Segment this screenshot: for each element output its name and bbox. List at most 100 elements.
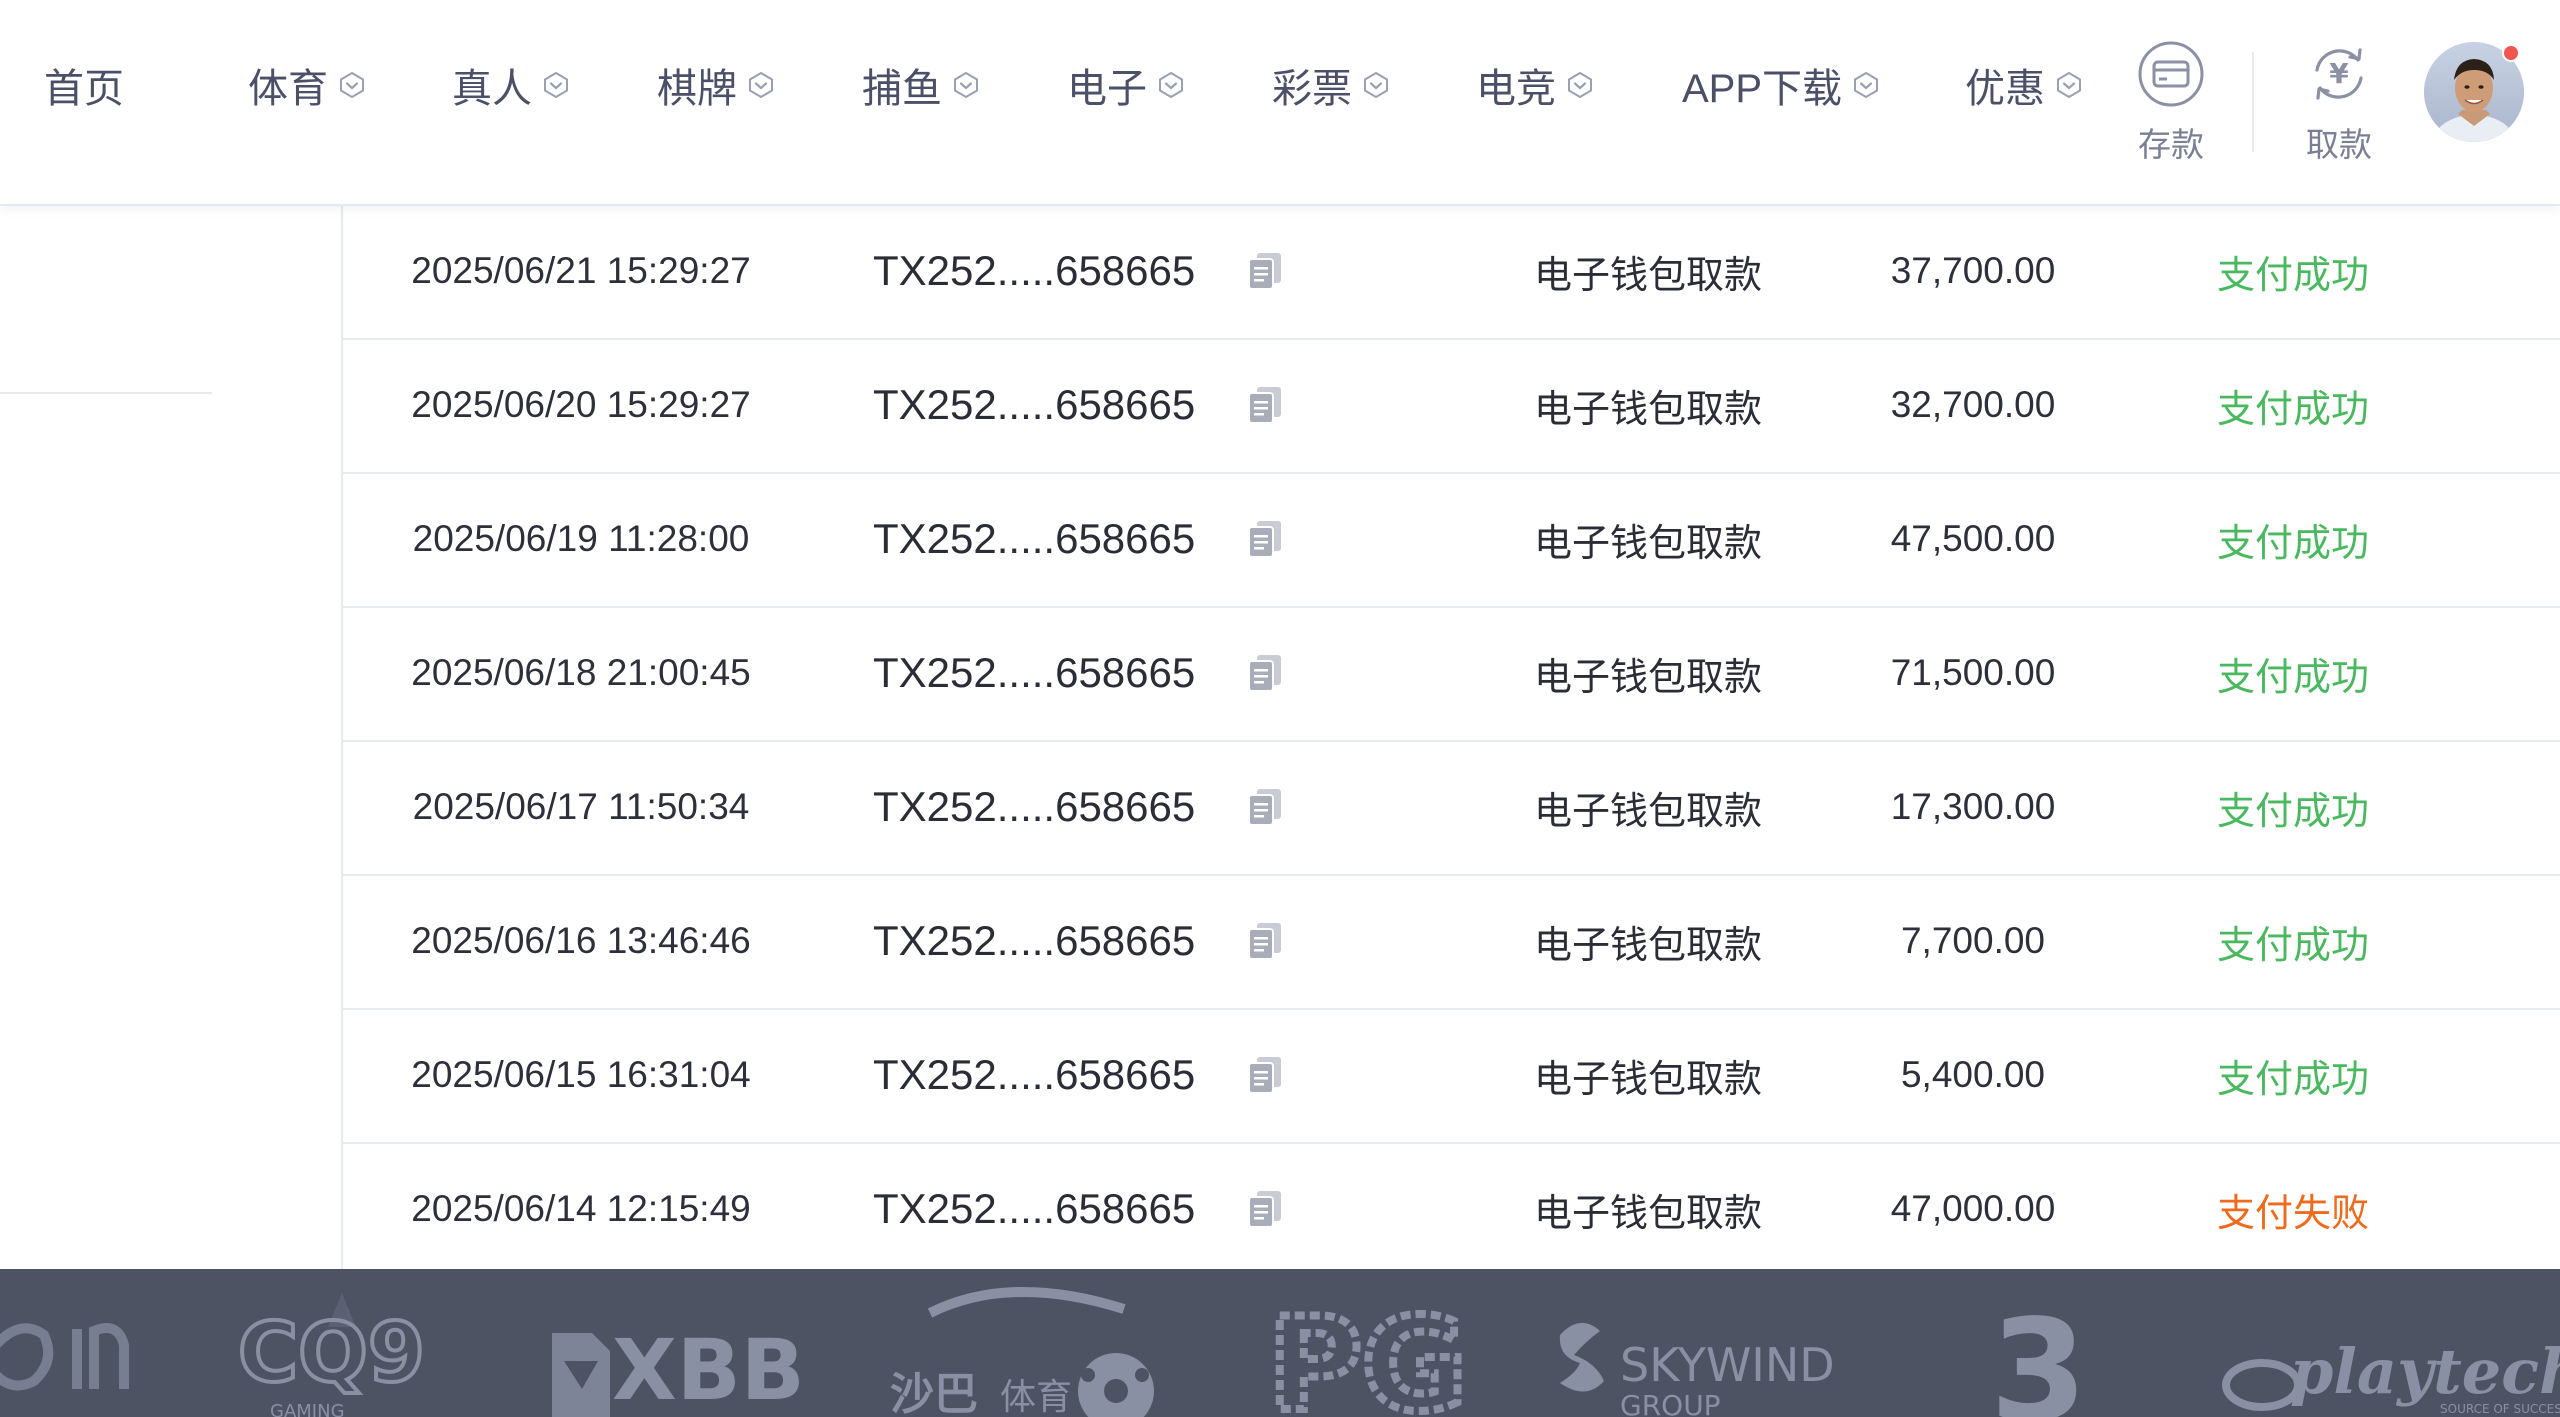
table-row: 2025/06/20 15:29:27 TX252.....658665 电子钱…	[343, 338, 2560, 474]
chevron-down-icon	[1364, 71, 1388, 99]
svg-text:SKYWIND: SKYWIND	[1620, 1338, 1835, 1392]
svg-text:¥: ¥	[2329, 57, 2349, 90]
record-status: 支付成功	[2216, 254, 2369, 297]
partner-logos-strip: CQ9 GAMING XBB 沙巴 体育 PG SKYWIND GROUP 3	[0, 1269, 2560, 1417]
table-row: 2025/06/18 21:00:45 TX252.....658665 电子钱…	[343, 606, 2560, 742]
copy-icon	[1248, 521, 1281, 558]
deposit-button[interactable]: 存款	[2116, 40, 2226, 166]
svg-text:体育: 体育	[1000, 1377, 1072, 1417]
svg-text:CQ9: CQ9	[238, 1306, 425, 1401]
record-type: 电子钱包取款	[1533, 388, 1762, 431]
chevron-down-icon	[954, 71, 978, 99]
partner-logo-xbb: XBB	[552, 1321, 805, 1417]
chevron-down-icon	[340, 71, 364, 99]
table-row: 2025/06/14 12:15:49 TX252.....658665 电子钱…	[343, 1142, 2560, 1269]
record-status: 支付成功	[2216, 790, 2369, 833]
svg-text:3: 3	[1990, 1290, 2087, 1417]
copy-button[interactable]	[1243, 1187, 1287, 1231]
nav-slots[interactable]: 电子	[1067, 50, 1185, 120]
copy-button[interactable]	[1243, 383, 1287, 427]
copy-icon	[1248, 1191, 1281, 1228]
partner-logo-skywind: SKYWIND GROUP	[1559, 1322, 1835, 1417]
nav-home[interactable]: 首页	[44, 50, 124, 120]
table-row: 2025/06/16 13:46:46 TX252.....658665 电子钱…	[343, 874, 2560, 1010]
nav-home-label: 首页	[44, 67, 124, 111]
partner-logo-pg: PG	[1264, 1287, 1471, 1417]
partner-logo-saba: 沙巴 体育	[890, 1286, 1154, 1417]
record-order-number: TX252.....658665	[873, 381, 1196, 428]
copy-icon	[1248, 655, 1281, 692]
nav-esports[interactable]: 电竞	[1476, 50, 1594, 120]
nav-sports[interactable]: 体育	[248, 50, 366, 120]
partner-logo-playtech: playtech SOURCE OF SUCCESS	[2222, 1335, 2560, 1416]
yuan-exchange-icon: ¥	[2315, 48, 2363, 100]
nav-lottery[interactable]: 彩票	[1272, 50, 1390, 120]
record-amount: 47,000.00	[1890, 1188, 2056, 1229]
notification-dot	[2502, 44, 2520, 62]
action-divider	[2252, 52, 2254, 152]
svg-text:沙巴: 沙巴	[890, 1369, 978, 1417]
nav-lottery-label: 彩票	[1272, 67, 1352, 111]
nav-cards[interactable]: 棋牌	[657, 50, 775, 120]
top-navigation: 首页 体育 真人 棋牌 捕鱼 电子 彩票 电竞 APP下载 优惠 存款 ¥ 取款	[0, 0, 2560, 206]
chevron-down-icon	[544, 71, 568, 99]
nav-esports-label: 电竞	[1476, 67, 1556, 111]
record-amount: 32,700.00	[1890, 384, 2056, 425]
record-type: 电子钱包取款	[1533, 924, 1762, 967]
record-type: 电子钱包取款	[1533, 254, 1762, 297]
record-type: 电子钱包取款	[1533, 1058, 1762, 1101]
record-type: 电子钱包取款	[1533, 522, 1762, 565]
record-time: 2025/06/21 15:29:27	[411, 250, 751, 291]
copy-button[interactable]	[1243, 249, 1287, 293]
nav-sports-label: 体育	[248, 67, 328, 111]
nav-promotions[interactable]: 优惠	[1965, 50, 2083, 120]
table-row: 2025/06/19 11:28:00 TX252.....658665 电子钱…	[343, 472, 2560, 608]
partner-logo-3: 3	[1990, 1290, 2087, 1417]
svg-text:playtech: playtech	[2290, 1335, 2560, 1408]
record-amount: 37,700.00	[1890, 250, 2056, 291]
copy-button[interactable]	[1243, 785, 1287, 829]
copy-button[interactable]	[1243, 1053, 1287, 1097]
partner-logo-oin	[0, 1323, 54, 1391]
record-order-number: TX252.....658665	[873, 917, 1196, 964]
nav-fishing[interactable]: 捕鱼	[862, 50, 980, 120]
record-order-number: TX252.....658665	[873, 1185, 1196, 1232]
record-status: 支付成功	[2216, 924, 2369, 967]
withdrawal-records-table: 2025/06/21 15:29:27 TX252.....658665 电子钱…	[343, 204, 2560, 1269]
nav-app-download-label: APP下载	[1682, 67, 1843, 111]
record-status: 支付成功	[2216, 1058, 2369, 1101]
svg-text:XBB: XBB	[612, 1321, 805, 1417]
copy-button[interactable]	[1243, 651, 1287, 695]
nav-fishing-label: 捕鱼	[862, 67, 942, 111]
record-order-number: TX252.....658665	[873, 247, 1196, 294]
record-amount: 17,300.00	[1890, 786, 2056, 827]
table-row: 2025/06/21 15:29:27 TX252.....658665 电子钱…	[343, 204, 2560, 340]
nav-live-label: 真人	[452, 67, 532, 111]
record-time: 2025/06/15 16:31:04	[411, 1054, 751, 1095]
record-time: 2025/06/20 15:29:27	[411, 384, 751, 425]
record-order-number: TX252.....658665	[873, 783, 1196, 830]
nav-live[interactable]: 真人	[452, 50, 570, 120]
left-sidebar-panel	[0, 204, 343, 1269]
copy-button[interactable]	[1243, 517, 1287, 561]
sidebar-divider	[0, 392, 212, 394]
record-amount: 5,400.00	[1900, 1054, 2046, 1095]
record-order-number: TX252.....658665	[873, 1051, 1196, 1098]
withdraw-label: 取款	[2306, 126, 2372, 163]
record-status: 支付成功	[2216, 522, 2369, 565]
record-order-number: TX252.....658665	[873, 649, 1196, 696]
copy-icon	[1248, 1057, 1281, 1094]
withdraw-button[interactable]: ¥ 取款	[2284, 40, 2394, 166]
record-type: 电子钱包取款	[1533, 1192, 1762, 1235]
nav-app-download[interactable]: APP下载	[1682, 50, 1880, 120]
record-type: 电子钱包取款	[1533, 790, 1762, 833]
table-row: 2025/06/17 11:50:34 TX252.....658665 电子钱…	[343, 740, 2560, 876]
chevron-down-icon	[749, 71, 773, 99]
copy-icon	[1248, 923, 1281, 960]
nav-slots-label: 电子	[1067, 67, 1147, 111]
chevron-down-icon	[2057, 71, 2081, 99]
svg-text:PG: PG	[1268, 1291, 1467, 1417]
copy-button[interactable]	[1243, 919, 1287, 963]
svg-text:SOURCE OF SUCCESS: SOURCE OF SUCCESS	[2440, 1402, 2560, 1416]
record-time: 2025/06/18 21:00:45	[411, 652, 751, 693]
